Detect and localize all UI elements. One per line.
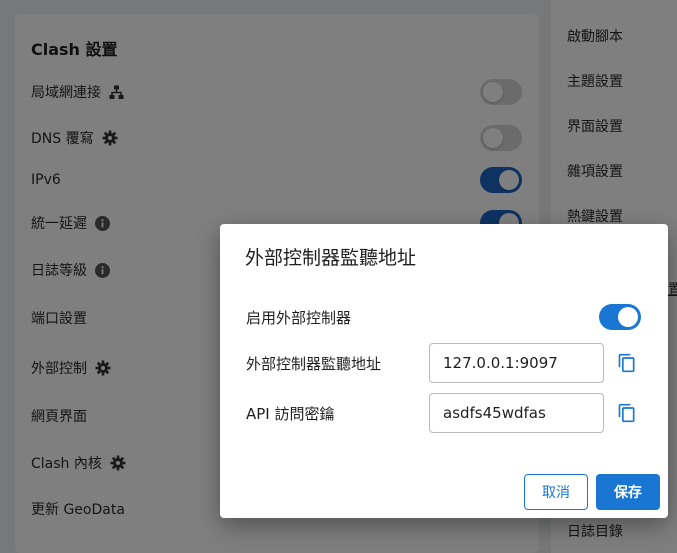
- listen-address-input[interactable]: [429, 343, 604, 383]
- dialog-title: 外部控制器監聽地址: [245, 247, 417, 269]
- save-button[interactable]: 保存: [596, 474, 660, 510]
- enable-controller-toggle[interactable]: [599, 304, 641, 330]
- copy-icon: [618, 403, 635, 423]
- external-controller-dialog: 外部控制器監聽地址 启用外部控制器 外部控制器監聽地址 API 訪問密鑰 取消 …: [220, 224, 668, 518]
- api-secret-label: API 訪問密鑰: [246, 405, 335, 423]
- copy-icon: [618, 353, 635, 373]
- api-secret-input[interactable]: [429, 393, 604, 433]
- enable-controller-label: 启用外部控制器: [246, 309, 352, 327]
- copy-address-button[interactable]: [614, 350, 640, 376]
- listen-address-label: 外部控制器監聽地址: [246, 355, 382, 373]
- cancel-button[interactable]: 取消: [524, 474, 588, 510]
- copy-secret-button[interactable]: [614, 400, 640, 426]
